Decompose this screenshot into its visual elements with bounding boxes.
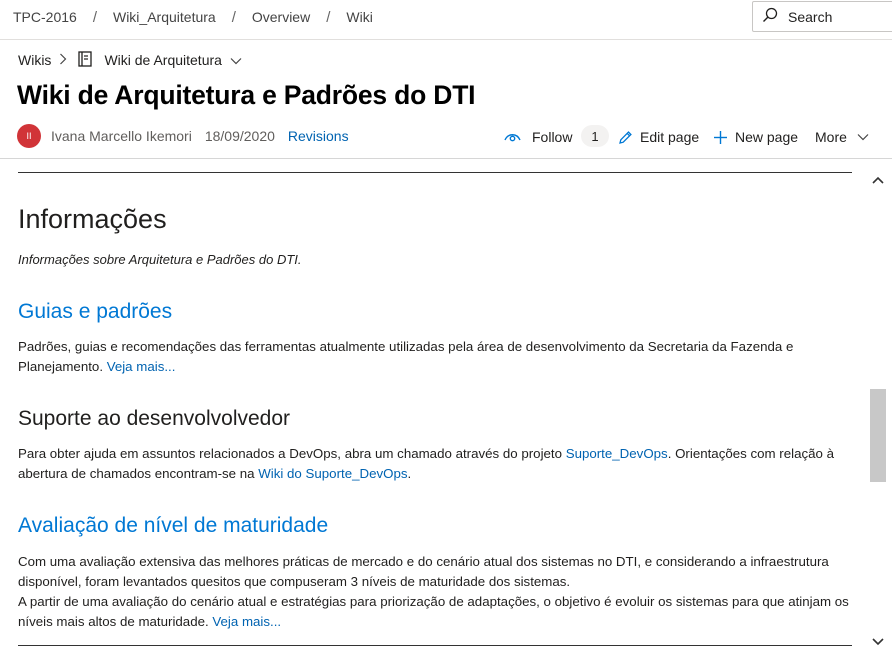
section-heading-informacoes: Informações xyxy=(18,204,167,234)
search-placeholder: Search xyxy=(788,8,833,25)
more-label: More xyxy=(815,129,847,145)
search-icon xyxy=(762,7,788,26)
search-box[interactable]: Search xyxy=(752,1,892,32)
avatar: II xyxy=(17,124,41,148)
plus-icon xyxy=(713,130,728,145)
avaliacao-text-1: Com uma avaliação extensiva das melhores… xyxy=(18,554,829,589)
breadcrumb-wiki[interactable]: Wiki xyxy=(346,9,372,25)
eye-icon xyxy=(504,131,521,143)
scrollbar-thumb[interactable] xyxy=(870,389,886,482)
wiki-nav: Wikis Wiki de Arquitetura xyxy=(18,49,242,71)
follow-count-badge: 1 xyxy=(581,125,609,147)
more-button[interactable]: More xyxy=(815,126,869,148)
breadcrumb: TPC-2016 / Wiki_Arquitetura / Overview /… xyxy=(13,0,373,34)
horizontal-rule xyxy=(18,645,852,646)
breadcrumb-organization[interactable]: TPC-2016 xyxy=(13,9,77,25)
breadcrumb-overview[interactable]: Overview xyxy=(252,9,310,25)
last-modified-date: 18/09/2020 xyxy=(204,128,275,144)
breadcrumb-separator: / xyxy=(326,8,331,26)
scroll-down-arrow-icon[interactable] xyxy=(871,634,885,652)
new-page-button[interactable]: New page xyxy=(713,126,798,148)
chevron-right-icon xyxy=(59,52,67,68)
intro-text: Informações sobre Arquitetura e Padrões … xyxy=(18,252,302,267)
suporte-text-3: . xyxy=(407,466,412,481)
suporte-text-1: Para obter ajuda em assuntos relacionado… xyxy=(18,446,566,461)
top-bar: TPC-2016 / Wiki_Arquitetura / Overview /… xyxy=(0,0,892,40)
guias-padroes-paragraph: Padrões, guias e recomendações das ferra… xyxy=(18,337,852,377)
avaliacao-text-2: A partir de uma avaliação do cenário atu… xyxy=(18,594,849,629)
page-meta: II Ivana Marcello Ikemori 18/09/2020 Rev… xyxy=(17,124,349,148)
guias-veja-mais-link[interactable]: Veja mais... xyxy=(107,359,176,374)
edit-page-button[interactable]: Edit page xyxy=(618,126,699,148)
follow-button[interactable]: Follow xyxy=(504,126,572,148)
horizontal-rule xyxy=(18,172,852,173)
author-name: Ivana Marcello Ikemori xyxy=(51,128,192,144)
pencil-icon xyxy=(618,130,633,145)
breadcrumb-separator: / xyxy=(231,8,236,26)
guias-padroes-heading-link[interactable]: Guias e padrões xyxy=(18,300,172,324)
breadcrumb-project[interactable]: Wiki_Arquitetura xyxy=(113,9,216,25)
edit-page-label: Edit page xyxy=(640,129,700,145)
new-page-label: New page xyxy=(735,129,799,145)
wiki-book-icon xyxy=(77,50,93,70)
avaliacao-paragraph: Com uma avaliação extensiva das melhores… xyxy=(18,552,852,632)
page-title: Wiki de Arquitetura e Padrões do DTI xyxy=(17,80,476,110)
suporte-paragraph: Para obter ajuda em assuntos relacionado… xyxy=(18,444,852,484)
chevron-down-icon xyxy=(857,133,869,141)
revisions-link[interactable]: Revisions xyxy=(288,128,349,144)
follow-label: Follow xyxy=(532,129,573,145)
wiki-suporte-devops-link[interactable]: Wiki do Suporte_DevOps xyxy=(258,466,407,481)
breadcrumb-separator: / xyxy=(92,8,97,26)
avaliacao-veja-mais-link[interactable]: Veja mais... xyxy=(212,614,281,629)
avaliacao-maturidade-heading-link[interactable]: Avaliação de nível de maturidade xyxy=(18,514,328,538)
wiki-selector[interactable]: Wiki de Arquitetura xyxy=(104,52,222,68)
wikis-link[interactable]: Wikis xyxy=(18,52,51,68)
chevron-down-icon[interactable] xyxy=(230,52,242,68)
scroll-up-arrow-icon[interactable] xyxy=(871,172,885,190)
suporte-devops-link[interactable]: Suporte_DevOps xyxy=(566,446,668,461)
suporte-heading: Suporte ao desenvolvolvedor xyxy=(18,407,291,430)
wiki-content: Informações Informações sobre Arquitetur… xyxy=(0,159,868,654)
